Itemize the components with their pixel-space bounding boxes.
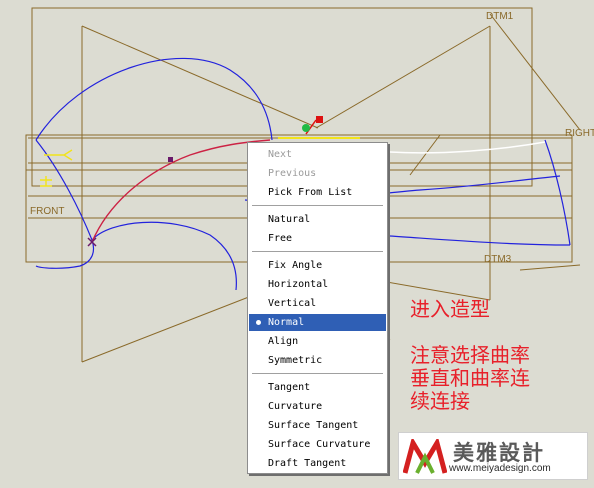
menu-item-pick-from-list[interactable]: Pick From List [249, 184, 386, 201]
menu-item-draft-tangent[interactable]: Draft Tangent [249, 455, 386, 472]
selected-bullet-icon [256, 320, 261, 325]
annotation-note: 进入造型 注意选择曲率 垂直和曲率连 续连接 [410, 298, 590, 413]
menu-item-free[interactable]: Free [249, 230, 386, 247]
menu-item-curvature[interactable]: Curvature [249, 398, 386, 415]
menu-item-surface-curvature[interactable]: Surface Curvature [249, 436, 386, 453]
context-menu: Next Previous Pick From List Natural Fre… [247, 142, 388, 474]
menu-item-surface-tangent[interactable]: Surface Tangent [249, 417, 386, 434]
menu-item-vertical[interactable]: Vertical [249, 295, 386, 312]
menu-item-next[interactable]: Next [249, 146, 386, 163]
menu-separator [252, 205, 383, 207]
logo-mark-icon [403, 439, 447, 474]
menu-item-horizontal[interactable]: Horizontal [249, 276, 386, 293]
menu-item-align[interactable]: Align [249, 333, 386, 350]
annotation-line: 注意选择曲率 [410, 343, 530, 367]
menu-item-natural[interactable]: Natural [249, 211, 386, 228]
menu-item-previous[interactable]: Previous [249, 165, 386, 182]
annotation-line: 进入造型 [410, 297, 490, 321]
annotation-line: 续连接 [410, 389, 470, 413]
annotation-line [410, 321, 590, 344]
menu-item-normal[interactable]: Normal [249, 314, 386, 331]
datum-label-right: RIGHT [565, 128, 594, 139]
menu-item-symmetric[interactable]: Symmetric [249, 352, 386, 369]
datum-label-dtm3: DTM3 [484, 254, 512, 265]
datum-label-dtm1: DTM1 [486, 11, 514, 22]
watermark-url: www.meiyadesign.com [449, 463, 551, 474]
menu-item-fix-angle[interactable]: Fix Angle [249, 257, 386, 274]
menu-separator [252, 251, 383, 253]
watermark-logo: 美雅設計 www.meiyadesign.com [398, 432, 588, 480]
annotation-line: 垂直和曲率连 [410, 366, 530, 390]
menu-item-tangent[interactable]: Tangent [249, 379, 386, 396]
datum-label-front: FRONT [30, 206, 65, 217]
menu-item-normal-label: Normal [268, 317, 305, 328]
menu-separator [252, 373, 383, 375]
